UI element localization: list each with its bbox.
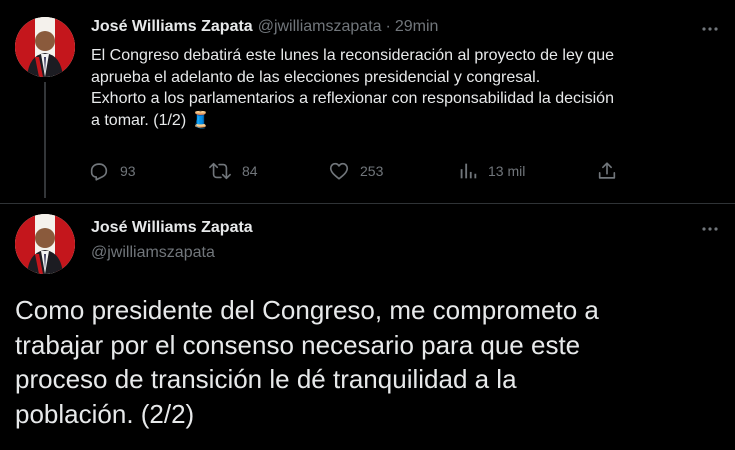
tweet-text-line: trabajar por el consenso necesario para … — [15, 329, 581, 360]
separator-dot: · — [385, 18, 391, 35]
tweet-text-line: Exhorto a los parlamentarios a reflexion… — [91, 90, 614, 107]
display-name[interactable]: José Williams Zapata — [91, 18, 253, 36]
reply-button[interactable]: 93 — [88, 160, 136, 182]
user-handle[interactable]: @jwilliamszapata — [91, 244, 215, 262]
retweet-count: 84 — [242, 163, 258, 179]
tweet-thread: José Williams Zapata @jwilliamszapata · … — [0, 0, 735, 450]
tweet-header: José Williams Zapata @jwilliamszapata · … — [91, 18, 438, 36]
avatar[interactable] — [15, 214, 75, 274]
views-count: 13 mil — [488, 163, 526, 179]
share-icon — [598, 162, 616, 179]
retweet-button[interactable]: 84 — [208, 160, 258, 182]
thread-connector-line — [44, 82, 46, 198]
display-name[interactable]: José Williams Zapata — [91, 219, 253, 237]
reply-count: 93 — [120, 163, 136, 179]
retweet-icon — [209, 162, 231, 180]
user-handle[interactable]: @jwilliamszapata — [258, 18, 382, 36]
views-button[interactable]: 13 mil — [458, 160, 525, 182]
tweet-text-line: aprueba el adelanto de las elecciones pr… — [91, 68, 541, 86]
timestamp[interactable]: 29min — [395, 18, 439, 36]
tweet-text-line: población. (2/2) — [15, 398, 195, 429]
avatar-image — [15, 214, 75, 274]
tweet-text-line: proceso de transición le dé tranquilidad… — [15, 364, 517, 394]
tweet-actions: 93 84 253 13 mil — [88, 160, 628, 184]
divider — [0, 203, 735, 204]
tweet-text-line: Como presidente del Congreso, me comprom… — [15, 295, 599, 325]
more-horizontal-icon — [702, 227, 718, 231]
avatar-image — [15, 17, 75, 77]
like-button[interactable]: 253 — [328, 160, 383, 182]
avatar[interactable] — [15, 17, 75, 77]
tweet-text: El Congreso debatirá este lunes la recon… — [91, 45, 731, 131]
analytics-icon — [460, 163, 477, 179]
more-options-button[interactable] — [699, 218, 721, 240]
reply-icon — [90, 163, 108, 181]
tweet-text-line: El Congreso debatirá este lunes la recon… — [91, 47, 614, 64]
tweet-text: Como presidente del Congreso, me comprom… — [15, 293, 725, 431]
like-count: 253 — [360, 163, 384, 179]
more-horizontal-icon — [702, 27, 718, 31]
heart-icon — [329, 162, 349, 180]
tweet-text-line: a tomar. (1/2) 🧵 — [91, 111, 211, 129]
share-button[interactable] — [596, 160, 618, 182]
more-options-button[interactable] — [699, 18, 721, 40]
